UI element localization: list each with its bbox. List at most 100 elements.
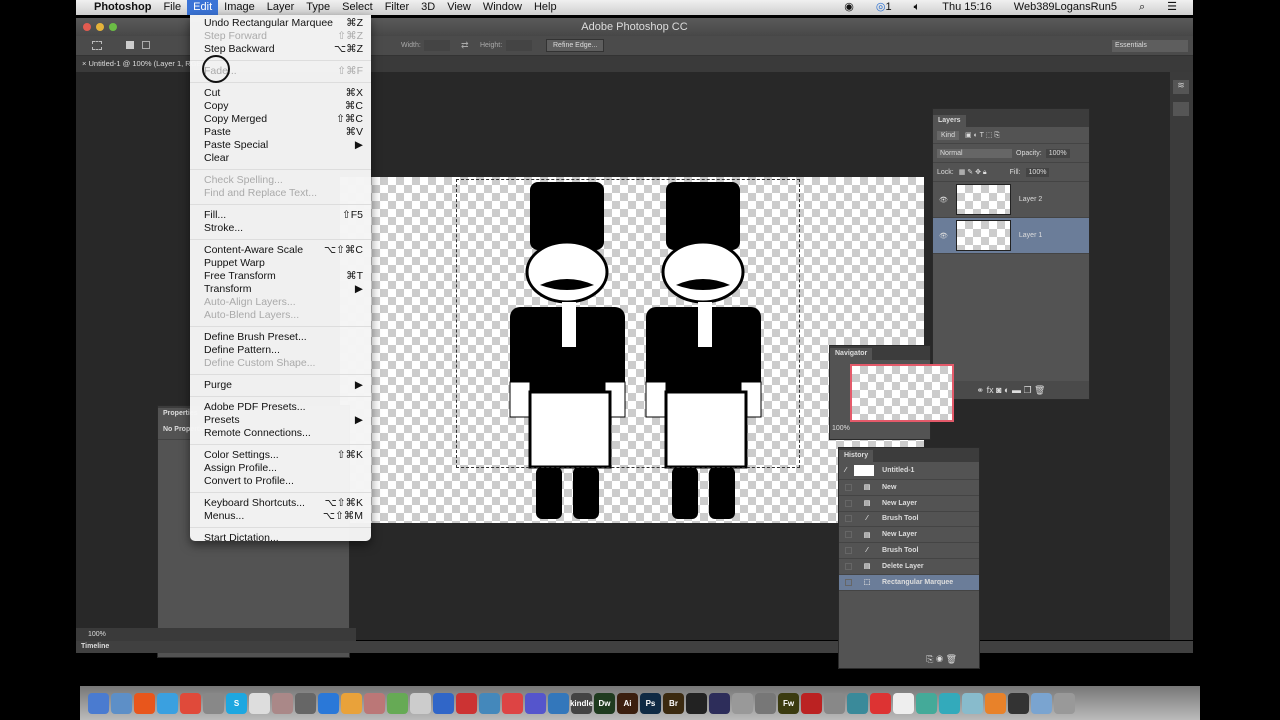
navigator-zoom[interactable]: 100% <box>830 422 930 435</box>
dock-app-icon[interactable] <box>1031 692 1052 714</box>
menu-item-convert-to-profile[interactable]: Convert to Profile... <box>190 475 371 488</box>
menu-item-adobe-pdf-presets[interactable]: Adobe PDF Presets... <box>190 401 371 414</box>
dock-app-icon[interactable] <box>732 692 753 714</box>
dock-app-icon[interactable]: S <box>226 692 247 714</box>
height-input[interactable] <box>506 40 532 51</box>
menu-item-auto-align-layers[interactable]: Auto-Align Layers... <box>190 296 371 309</box>
dock-app-icon[interactable] <box>709 692 730 714</box>
apple-icon[interactable] <box>76 0 88 15</box>
dock-app-icon[interactable] <box>364 692 385 714</box>
zoom-level[interactable]: 100% <box>88 631 106 638</box>
menu-item-menus[interactable]: Menus... ⌥⇧⌘M <box>190 510 371 523</box>
properties-dock-icon[interactable] <box>1173 102 1189 116</box>
dock-app-icon[interactable] <box>134 692 155 714</box>
layer-row[interactable]: 👁︎ Layer 1 <box>933 218 1089 254</box>
menu-item-free-transform[interactable]: Free Transform ⌘T <box>190 270 371 283</box>
menu-item-purge[interactable]: Purge ▶ <box>190 379 371 392</box>
history-item[interactable]: ⬚ Rectangular Marquee <box>839 574 979 591</box>
dock-app-icon[interactable] <box>272 692 293 714</box>
dock-app-icon[interactable] <box>88 692 109 714</box>
history-item[interactable]: ▤ Delete Layer <box>839 559 979 575</box>
marquee-tool-icon[interactable] <box>92 41 102 50</box>
menu-filter[interactable]: Filter <box>379 0 415 15</box>
dock-app-icon[interactable] <box>479 692 500 714</box>
menu-item-auto-blend-layers[interactable]: Auto-Blend Layers... <box>190 309 371 322</box>
workspace-select[interactable]: Essentials <box>1112 40 1188 52</box>
menu-file[interactable]: File <box>157 0 187 15</box>
menu-item-define-custom-shape[interactable]: Define Custom Shape... <box>190 357 371 370</box>
dock-app-icon[interactable] <box>548 692 569 714</box>
menu-item-check-spelling[interactable]: Check Spelling... <box>190 174 371 187</box>
visibility-eye-icon[interactable]: 👁︎ <box>939 196 948 204</box>
add-selection-icon[interactable] <box>142 41 150 49</box>
dock-app-icon[interactable] <box>801 692 822 714</box>
zoom-button[interactable] <box>109 23 117 31</box>
dock-app-icon[interactable] <box>847 692 868 714</box>
dock-app-icon[interactable] <box>939 692 960 714</box>
history-snapshot[interactable]: ⁄ Untitled-1 <box>839 462 979 480</box>
dock-app-icon[interactable] <box>502 692 523 714</box>
history-item[interactable]: ▤ New Layer <box>839 496 979 512</box>
menu-select[interactable]: Select <box>336 0 379 15</box>
dock-app-icon[interactable] <box>111 692 132 714</box>
menu-item-stroke[interactable]: Stroke... <box>190 222 371 235</box>
dock-app-icon[interactable]: kindle <box>570 692 593 714</box>
dock-app-icon[interactable] <box>870 692 891 714</box>
dock-app-icon[interactable]: Ai <box>617 692 638 714</box>
volume-icon[interactable]: 🔈︎ <box>908 0 927 15</box>
dock-app-icon[interactable] <box>410 692 431 714</box>
history-actions[interactable]: ⎘ ◉ 🗑︎ <box>926 654 957 665</box>
dock-app-icon[interactable] <box>824 692 845 714</box>
menu-item-fill[interactable]: Fill... ⇧F5 <box>190 209 371 222</box>
navigator-tab[interactable]: Navigator <box>830 348 873 360</box>
dock-app-icon[interactable] <box>295 692 316 714</box>
history-item[interactable]: ⁄ Brush Tool <box>839 512 979 528</box>
layer-name[interactable]: Layer 1 <box>1019 232 1042 239</box>
menu-item-clear[interactable]: Clear <box>190 152 371 165</box>
menu-item-content-aware-scale[interactable]: Content-Aware Scale ⌥⇧⌘C <box>190 244 371 257</box>
spotlight-icon[interactable]: ⌕ <box>1133 0 1151 15</box>
dock-app-icon[interactable] <box>203 692 224 714</box>
creative-cloud-icon[interactable]: ◎1 <box>870 0 898 15</box>
dock-app-icon[interactable] <box>180 692 201 714</box>
record-icon[interactable]: ◉ <box>838 0 860 15</box>
menu-item-step-forward[interactable]: Step Forward ⇧⌘Z <box>190 30 371 43</box>
dock-app-icon[interactable] <box>249 692 270 714</box>
menu-item-undo-rectangular-marquee[interactable]: Undo Rectangular Marquee ⌘Z <box>190 17 371 30</box>
dock-app-icon[interactable]: Fw <box>778 692 799 714</box>
history-item[interactable]: ⁄ Brush Tool <box>839 543 979 559</box>
dock-app-icon[interactable] <box>318 692 339 714</box>
layers-tab[interactable]: Layers <box>933 115 966 127</box>
layer-name[interactable]: Layer 2 <box>1019 196 1042 203</box>
dock-app-icon[interactable]: Br <box>663 692 684 714</box>
menu-image[interactable]: Image <box>218 0 261 15</box>
history-source-checkbox[interactable] <box>845 483 852 491</box>
dock-app-icon[interactable] <box>916 692 937 714</box>
fill-input[interactable]: 100% <box>1025 167 1050 177</box>
user-name[interactable]: Web389LogansRun5 <box>1008 0 1123 15</box>
history-source-checkbox[interactable] <box>845 499 852 507</box>
menu-edit[interactable]: Edit <box>187 0 219 15</box>
dock-app-icon[interactable] <box>1008 692 1029 714</box>
layer-row[interactable]: 👁︎ Layer 2 <box>933 182 1089 218</box>
dock-app-icon[interactable] <box>893 692 914 714</box>
dock-app-icon[interactable] <box>525 692 546 714</box>
menu-item-paste-special[interactable]: Paste Special ▶ <box>190 139 371 152</box>
history-source-checkbox[interactable] <box>845 515 852 523</box>
close-button[interactable] <box>83 23 91 31</box>
dock-app-icon[interactable] <box>387 692 408 714</box>
dock-app-icon[interactable] <box>433 692 454 714</box>
menu-item-remote-connections[interactable]: Remote Connections... <box>190 427 371 440</box>
menu-item-start-dictation[interactable]: Start Dictation... <box>190 532 371 545</box>
history-tab[interactable]: History <box>839 450 874 462</box>
navigator-preview[interactable] <box>850 364 954 422</box>
menu-photoshop[interactable]: Photoshop <box>88 0 157 15</box>
menu-item-copy[interactable]: Copy ⌘C <box>190 100 371 113</box>
dock-app-icon[interactable]: Dw <box>594 692 615 714</box>
dock-app-icon[interactable] <box>985 692 1006 714</box>
menu-item-paste[interactable]: Paste ⌘V <box>190 126 371 139</box>
menu-item-presets[interactable]: Presets ▶ <box>190 414 371 427</box>
minimize-button[interactable] <box>96 23 104 31</box>
dock-app-icon[interactable] <box>755 692 776 714</box>
lock-icons[interactable]: ▦ ✎ ✥ 🔒︎ <box>959 168 987 177</box>
